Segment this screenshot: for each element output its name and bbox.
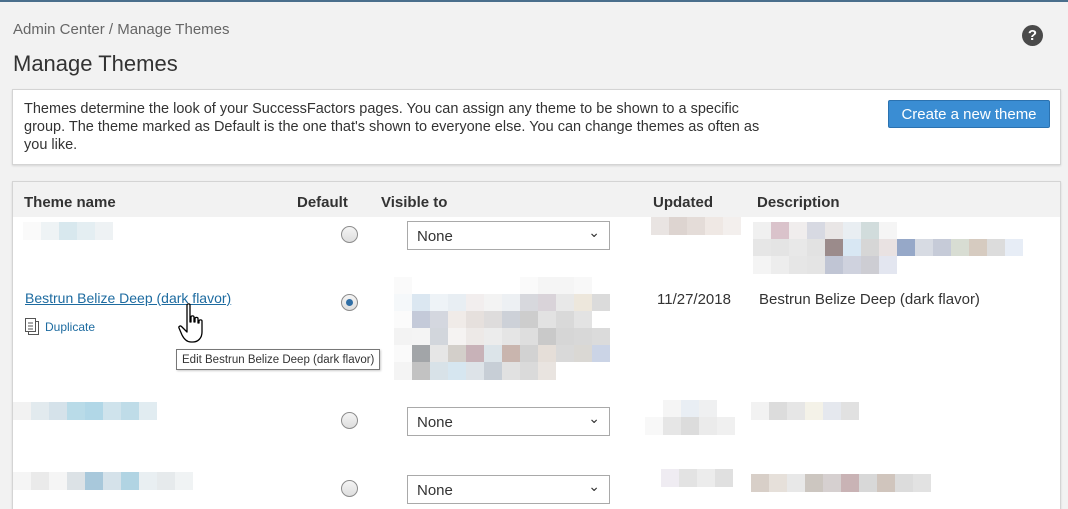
create-theme-button[interactable]: Create a new theme [888,100,1050,128]
duplicate-label: Duplicate [45,319,96,334]
blurred-description-row-3 [751,402,859,420]
chevron-down-icon: ⌄ [588,410,600,426]
help-icon[interactable]: ? [1022,25,1043,46]
blurred-updated-row-1 [651,217,741,235]
visible-to-select-row-1[interactable]: None ⌄ [407,221,610,250]
info-panel: Themes determine the look of your Succes… [12,89,1061,165]
duplicate-link[interactable]: Duplicate [25,318,95,335]
blurred-updated-row-3 [645,400,735,435]
default-radio-row-4[interactable] [341,480,358,497]
visible-to-value-row-4: None [417,482,453,499]
info-text: Themes determine the look of your Succes… [24,101,760,153]
chevron-down-icon: ⌄ [588,478,600,494]
visible-to-value-row-3: None [417,414,453,431]
default-radio-row-2[interactable] [341,294,358,311]
header-description: Description [757,194,840,211]
blurred-description-row-4 [751,474,931,492]
blurred-updated-row-4 [661,469,733,487]
visible-to-value-row-1: None [417,228,453,245]
themes-table: Theme name Default Visible to Updated De… [12,181,1061,509]
blurred-visible-to-row-2 [394,277,610,380]
breadcrumb[interactable]: Admin Center / Manage Themes [13,21,230,38]
page-title: Manage Themes [13,51,178,76]
blurred-theme-name [23,222,113,240]
blurred-theme-name-row-3 [13,402,157,420]
description-row-2: Bestrun Belize Deep (dark flavor) [759,291,980,308]
visible-to-select-row-4[interactable]: None ⌄ [407,475,610,504]
blurred-description-row-1 [753,222,1023,274]
table-header: Theme name Default Visible to Updated De… [13,182,1060,217]
header-updated: Updated [653,194,713,211]
default-radio-row-3[interactable] [341,412,358,429]
header-theme-name: Theme name [24,194,116,211]
tooltip: Edit Bestrun Belize Deep (dark flavor) [176,349,381,370]
duplicate-icon [25,318,39,335]
header-default: Default [297,194,348,211]
blurred-theme-name-row-4 [13,472,193,490]
hand-cursor-icon [178,303,203,343]
header-visible-to: Visible to [381,194,448,211]
visible-to-select-row-3[interactable]: None ⌄ [407,407,610,436]
default-radio-row-1[interactable] [341,226,358,243]
chevron-down-icon: ⌄ [588,224,600,240]
updated-date-row-2: 11/27/2018 [657,291,731,308]
